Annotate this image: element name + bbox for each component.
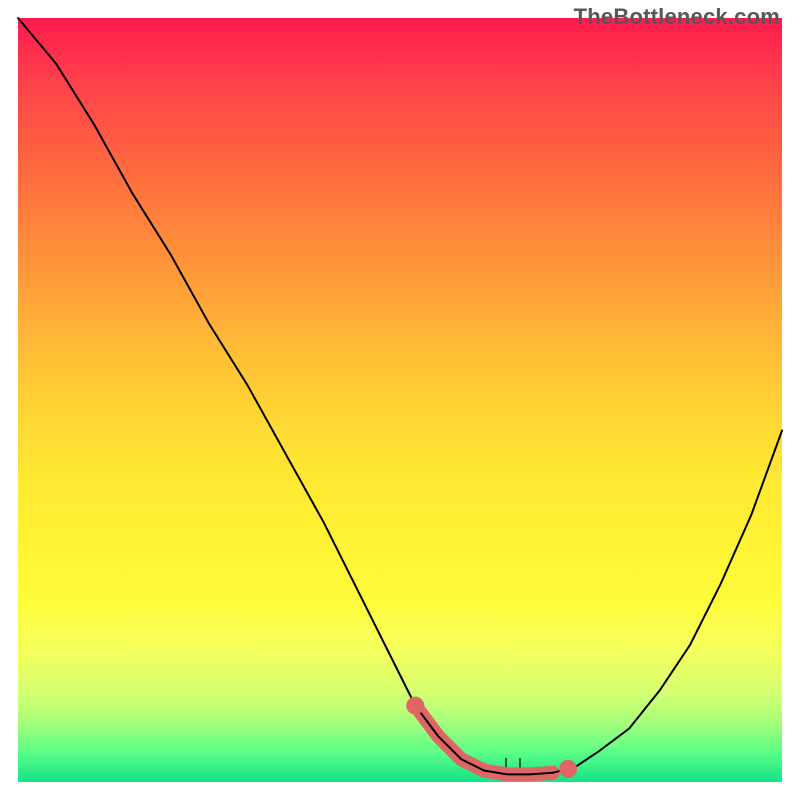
bottleneck-curve [18, 18, 782, 774]
highlight-dot-left [406, 697, 424, 715]
chart-overlay [18, 18, 782, 782]
curve-highlight [415, 706, 553, 775]
highlight-dot-right [559, 760, 577, 778]
watermark-text: TheBottleneck.com [574, 4, 780, 30]
